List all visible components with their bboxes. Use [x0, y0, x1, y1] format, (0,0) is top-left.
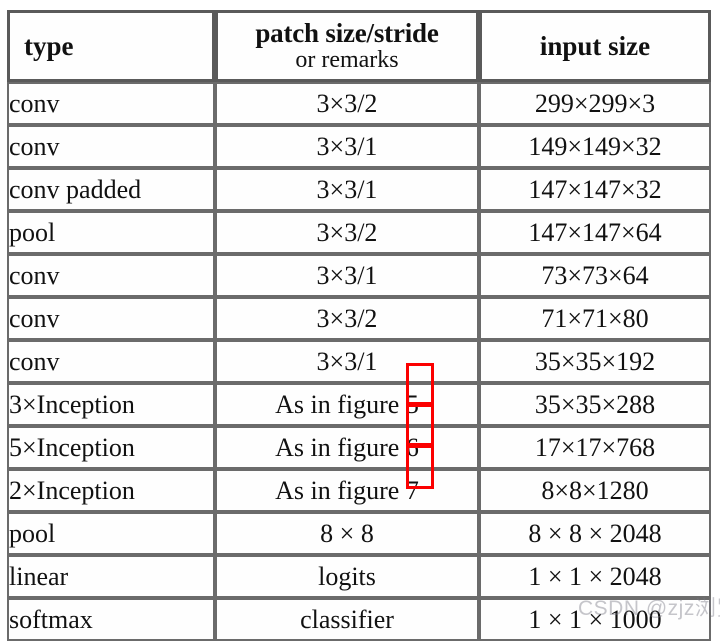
cell-input: 8×8×1280 [479, 469, 711, 512]
cell-input: 1 × 1 × 1000 [479, 598, 711, 641]
cell-type: softmax [7, 598, 215, 641]
table-row: conv 3×3/1 35×35×192 [7, 340, 711, 383]
table-row: conv 3×3/1 73×73×64 [7, 254, 711, 297]
table-row: softmax classifier 1 × 1 × 1000 [7, 598, 711, 641]
table-row: conv 3×3/1 149×149×32 [7, 125, 711, 168]
patch-header-stack: patch size/stride or remarks [218, 17, 476, 74]
cell-type: conv [7, 82, 215, 125]
column-header-patch-size-stride: patch size/stride or remarks [215, 10, 479, 82]
table-row: pool 3×3/2 147×147×64 [7, 211, 711, 254]
table-row: linear logits 1 × 1 × 2048 [7, 555, 711, 598]
cell-type: 5×Inception [7, 426, 215, 469]
column-header-type: type [7, 10, 215, 82]
patch-header-line1: patch size/stride [255, 17, 439, 48]
cell-type: conv padded [7, 168, 215, 211]
cell-patch: logits [215, 555, 479, 598]
column-header-input-size: input size [479, 10, 711, 82]
cell-input: 35×35×192 [479, 340, 711, 383]
cell-input: 17×17×768 [479, 426, 711, 469]
table-row: pool 8 × 8 8 × 8 × 2048 [7, 512, 711, 555]
cell-type: 3×Inception [7, 383, 215, 426]
cell-input: 1 × 1 × 2048 [479, 555, 711, 598]
cell-input: 299×299×3 [479, 82, 711, 125]
cell-patch: As in figure 6 [215, 426, 479, 469]
table-row: 3×Inception As in figure 5 35×35×288 [7, 383, 711, 426]
table-row: conv padded 3×3/1 147×147×32 [7, 168, 711, 211]
cell-type: conv [7, 254, 215, 297]
network-architecture-table: type patch size/stride or remarks input … [7, 10, 711, 641]
cell-patch: 3×3/2 [215, 82, 479, 125]
cell-type: linear [7, 555, 215, 598]
cell-patch: 8 × 8 [215, 512, 479, 555]
cell-input: 8 × 8 × 2048 [479, 512, 711, 555]
cell-type: conv [7, 125, 215, 168]
cell-patch: 3×3/1 [215, 168, 479, 211]
cell-type: pool [7, 211, 215, 254]
cell-input: 71×71×80 [479, 297, 711, 340]
table-header-row: type patch size/stride or remarks input … [7, 10, 711, 82]
cell-input: 149×149×32 [479, 125, 711, 168]
cell-type: conv [7, 340, 215, 383]
cell-patch: 3×3/1 [215, 125, 479, 168]
cell-patch: 3×3/2 [215, 297, 479, 340]
cell-patch: As in figure 7 [215, 469, 479, 512]
cell-input: 35×35×288 [479, 383, 711, 426]
cell-input: 73×73×64 [479, 254, 711, 297]
architecture-table-container: type patch size/stride or remarks input … [7, 10, 711, 641]
table-row: 5×Inception As in figure 6 17×17×768 [7, 426, 711, 469]
cell-patch: 3×3/1 [215, 340, 479, 383]
cell-patch: As in figure 5 [215, 383, 479, 426]
cell-type: conv [7, 297, 215, 340]
patch-header-line2: or remarks [295, 47, 399, 74]
cell-input: 147×147×32 [479, 168, 711, 211]
cell-input: 147×147×64 [479, 211, 711, 254]
table-body: type patch size/stride or remarks input … [7, 10, 711, 641]
table-row: 2×Inception As in figure 7 8×8×1280 [7, 469, 711, 512]
table-row: conv 3×3/2 71×71×80 [7, 297, 711, 340]
cell-type: 2×Inception [7, 469, 215, 512]
cell-patch: classifier [215, 598, 479, 641]
table-row: conv 3×3/2 299×299×3 [7, 82, 711, 125]
cell-patch: 3×3/1 [215, 254, 479, 297]
cell-patch: 3×3/2 [215, 211, 479, 254]
cell-type: pool [7, 512, 215, 555]
